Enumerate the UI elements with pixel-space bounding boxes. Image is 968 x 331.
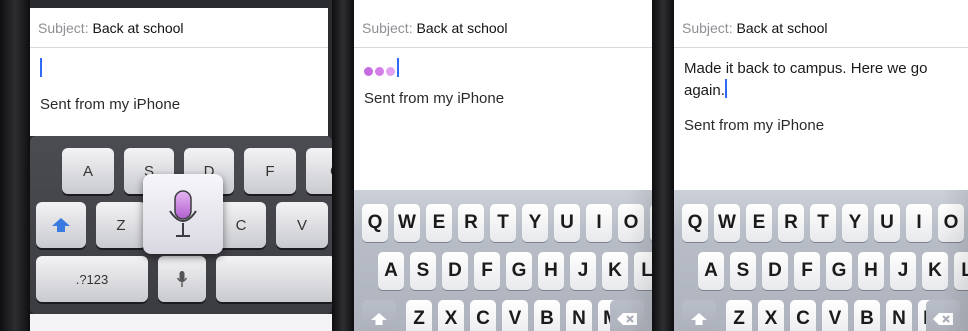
key-v[interactable]: V [502, 300, 528, 331]
message-body[interactable]: Sent from my iPhone [30, 48, 328, 125]
key-s[interactable]: S [730, 252, 756, 290]
key-j[interactable]: J [570, 252, 596, 290]
key-x[interactable]: X [438, 300, 464, 331]
key-c[interactable]: C [790, 300, 816, 331]
shift-key[interactable] [36, 202, 86, 248]
key-q[interactable]: Q [682, 204, 708, 242]
key-a[interactable]: A [378, 252, 404, 290]
key-w[interactable]: W [714, 204, 740, 242]
device-bezel [332, 0, 354, 331]
subject-value: Back at school [736, 20, 828, 36]
key-v[interactable]: V [822, 300, 848, 331]
shift-arrow-icon [52, 218, 70, 232]
key-k[interactable]: K [602, 252, 628, 290]
subject-field[interactable]: Subject: Back at school [30, 8, 328, 48]
key-y[interactable]: Y [522, 204, 548, 242]
siri-listening-popup[interactable] [143, 174, 223, 254]
subject-field[interactable]: Subject: Back at school [674, 8, 968, 48]
device-bezel [0, 0, 30, 331]
signature: Sent from my iPhone [364, 90, 505, 107]
key-b[interactable]: B [534, 300, 560, 331]
key-z[interactable]: Z [726, 300, 752, 331]
key-a[interactable]: A [62, 148, 114, 194]
key-f[interactable]: F [794, 252, 820, 290]
email-compose: Subject: Back at school Sent from my iPh… [354, 8, 652, 190]
shift-arrow-icon [691, 313, 707, 325]
key-h[interactable]: H [538, 252, 564, 290]
key-c[interactable]: C [470, 300, 496, 331]
key-d[interactable]: D [442, 252, 468, 290]
email-compose: Subject: Back at school Sent from my iPh… [30, 8, 328, 136]
key-e[interactable]: E [746, 204, 772, 242]
iphone-keyboard: QWERTYUIOPASDFGHJKLZXCVBNM [354, 190, 652, 331]
key-n[interactable]: N [566, 300, 592, 331]
text-cursor [724, 79, 727, 98]
key-x[interactable]: X [758, 300, 784, 331]
key-u[interactable]: U [874, 204, 900, 242]
subject-value: Back at school [416, 20, 508, 36]
key-z[interactable]: Z [406, 300, 432, 331]
key-h[interactable]: H [858, 252, 884, 290]
key-z[interactable]: Z [96, 202, 146, 248]
keyboard-edge-shadow [942, 190, 968, 331]
key-f[interactable]: F [244, 148, 296, 194]
key-j[interactable]: J [890, 252, 916, 290]
key-q[interactable]: Q [362, 204, 388, 242]
shift-key[interactable] [362, 300, 396, 331]
key-y[interactable]: Y [842, 204, 868, 242]
subject-label: Subject: [682, 20, 733, 36]
microphone-icon [169, 190, 197, 237]
key-r[interactable]: R [778, 204, 804, 242]
key-r[interactable]: R [458, 204, 484, 242]
key-v[interactable]: V [276, 202, 328, 248]
screen-dictation-processing: Subject: Back at school Sent from my iPh… [332, 0, 652, 331]
email-compose: Subject: Back at school Made it back to … [674, 8, 968, 190]
key-g[interactable]: G [506, 252, 532, 290]
key-b[interactable]: B [854, 300, 880, 331]
key-t[interactable]: T [490, 204, 516, 242]
key-g[interactable]: G [306, 148, 332, 194]
key-d[interactable]: D [762, 252, 788, 290]
key-i[interactable]: I [586, 204, 612, 242]
key-w[interactable]: W [394, 204, 420, 242]
subject-value: Back at school [92, 20, 184, 36]
key-s[interactable]: S [410, 252, 436, 290]
signature: Sent from my iPhone [40, 96, 181, 113]
dictated-text: Made it back to campus. Here we go again… [684, 60, 928, 99]
dictation-key[interactable] [158, 256, 206, 302]
iphone-keyboard: QWERTYUIOPASDFGHJKLZXCVBNM [674, 190, 968, 331]
key-a[interactable]: A [698, 252, 724, 290]
key-f[interactable]: F [474, 252, 500, 290]
key-e[interactable]: E [426, 204, 452, 242]
dictation-processing-dots [364, 61, 397, 82]
shift-key[interactable] [682, 300, 716, 331]
screen-dictation-result: Subject: Back at school Made it back to … [652, 0, 968, 331]
key-c[interactable]: C [216, 202, 266, 248]
message-body[interactable]: Made it back to campus. Here we go again… [674, 48, 968, 146]
message-body[interactable]: Sent from my iPhone [354, 48, 652, 119]
key-g[interactable]: G [826, 252, 852, 290]
keyboard-edge-shadow [626, 190, 652, 331]
device-bezel [652, 0, 674, 331]
key-t[interactable]: T [810, 204, 836, 242]
microphone-icon [176, 271, 188, 287]
key-i[interactable]: I [906, 204, 932, 242]
numbers-key[interactable]: .?123 [36, 256, 148, 302]
text-cursor [40, 58, 42, 77]
subject-label: Subject: [362, 20, 413, 36]
key-u[interactable]: U [554, 204, 580, 242]
signature: Sent from my iPhone [684, 117, 825, 134]
subject-label: Subject: [38, 20, 89, 36]
text-cursor [397, 58, 399, 77]
screen-dictation-start: Subject: Back at school Sent from my iPh… [0, 0, 332, 331]
subject-field[interactable]: Subject: Back at school [354, 8, 652, 48]
key-n[interactable]: N [886, 300, 912, 331]
bottom-strip [30, 314, 332, 331]
space-key[interactable] [216, 256, 332, 302]
shift-arrow-icon [371, 313, 387, 325]
